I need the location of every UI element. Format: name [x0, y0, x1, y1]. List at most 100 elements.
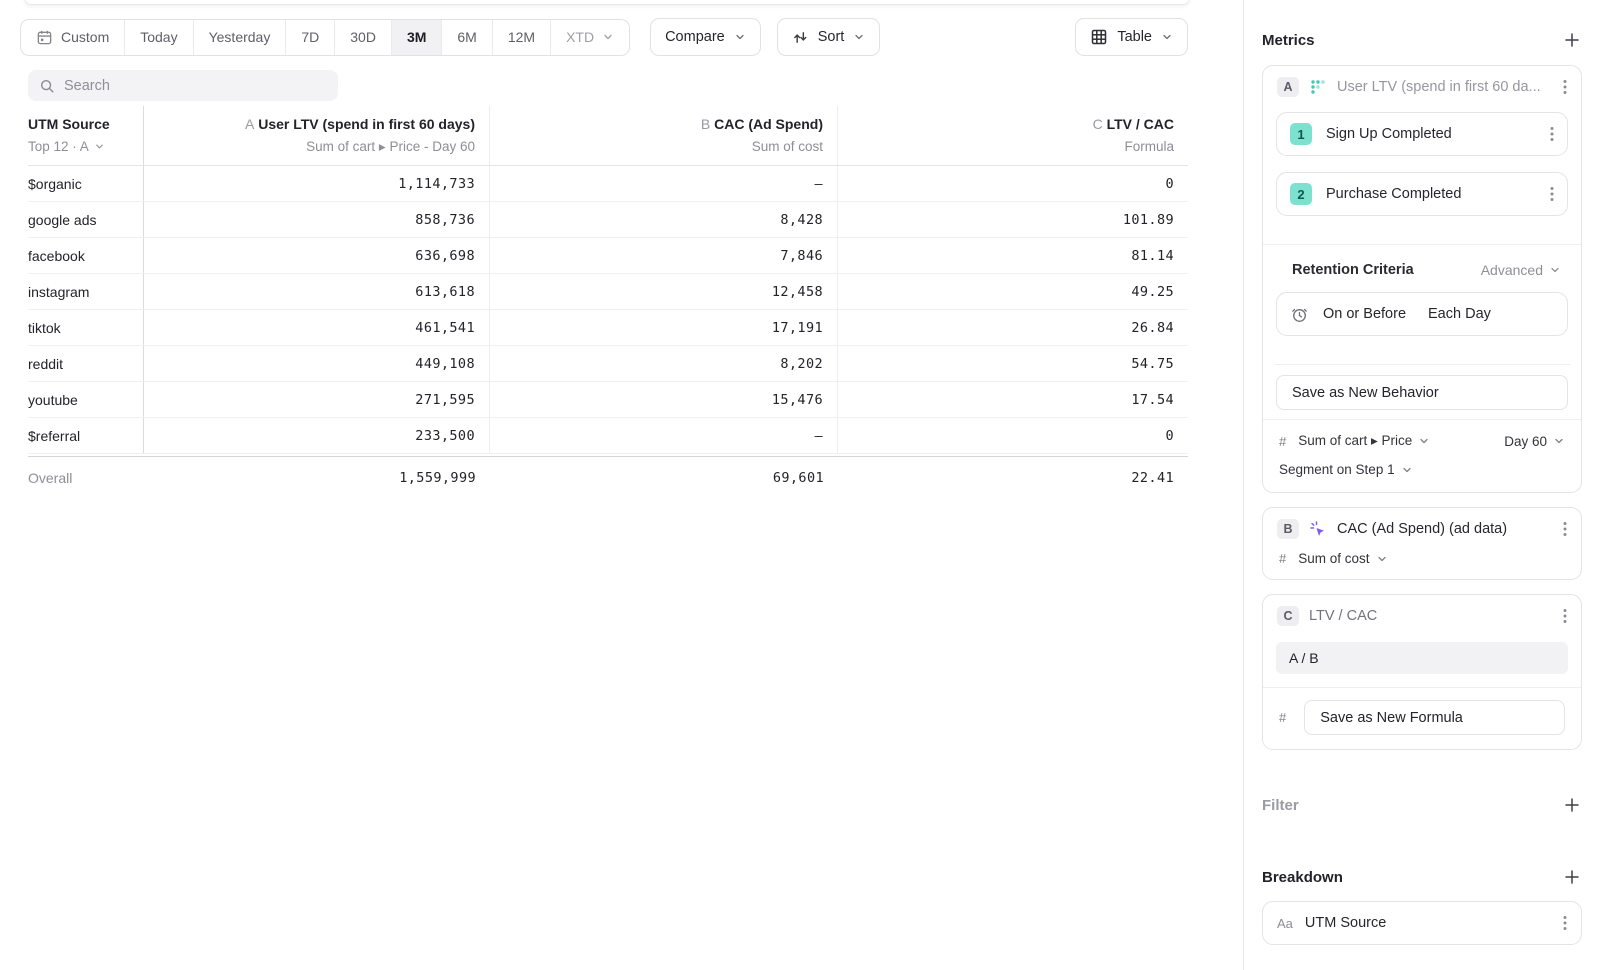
- kebab-menu-icon[interactable]: [1563, 915, 1567, 931]
- metric-b-header[interactable]: B CAC (Ad Spend) (ad data): [1263, 508, 1581, 550]
- column-subtitle: Sum of cart ▸ Price - Day 60: [144, 139, 475, 155]
- table-row[interactable]: $referral 233,500 – 0: [28, 418, 1188, 454]
- table-row[interactable]: youtube 271,595 15,476 17.54: [28, 382, 1188, 418]
- ad-data-event-icon: [1309, 520, 1327, 538]
- add-filter-button[interactable]: [1562, 795, 1582, 815]
- column-letter: C: [1093, 116, 1103, 132]
- column-header-utm-source[interactable]: UTM Source Top 12 · A: [28, 106, 144, 165]
- search-input[interactable]: [64, 78, 327, 94]
- retention-criteria-title: Retention Criteria: [1292, 262, 1414, 278]
- kebab-menu-icon[interactable]: [1563, 608, 1567, 624]
- criteria-interval-dropdown[interactable]: Each Day: [1428, 306, 1491, 322]
- date-range-yesterday[interactable]: Yesterday: [194, 20, 287, 55]
- utm-cell: facebook: [28, 238, 144, 273]
- table-row[interactable]: google ads 858,736 8,428 101.89: [28, 202, 1188, 238]
- column-title: LTV / CAC: [1107, 116, 1174, 132]
- date-range-custom[interactable]: Custom: [21, 20, 125, 55]
- filter-title: Filter: [1262, 797, 1299, 814]
- filter-section-header: Filter: [1262, 795, 1582, 815]
- add-breakdown-button[interactable]: [1562, 867, 1582, 887]
- retention-criteria-header: Retention Criteria Advanced: [1263, 245, 1581, 278]
- utm-cell: tiktok: [28, 310, 144, 345]
- kebab-menu-icon[interactable]: [1550, 126, 1554, 142]
- aggregation-property-dropdown[interactable]: Sum of cart ▸ Price: [1298, 433, 1430, 449]
- date-range-7d[interactable]: 7D: [286, 20, 335, 55]
- table-row[interactable]: $organic 1,114,733 – 0: [28, 166, 1188, 202]
- funnel-step-1[interactable]: 1 Sign Up Completed: [1276, 112, 1568, 156]
- save-as-new-formula-button[interactable]: Save as New Formula: [1304, 700, 1565, 735]
- kebab-menu-icon[interactable]: [1563, 521, 1567, 537]
- ratio-cell: 26.84: [838, 310, 1188, 345]
- metric-c-header[interactable]: C LTV / CAC: [1263, 595, 1581, 637]
- ltv-cell: 1,114,733: [144, 166, 490, 201]
- measurement-window-dropdown[interactable]: Day 60: [1504, 434, 1565, 449]
- save-as-new-behavior-button[interactable]: Save as New Behavior: [1276, 375, 1568, 410]
- date-range-6m[interactable]: 6M: [442, 20, 492, 55]
- table-row[interactable]: facebook 636,698 7,846 81.14: [28, 238, 1188, 274]
- table-view-button[interactable]: Table: [1075, 18, 1188, 56]
- column-header-a[interactable]: A User LTV (spend in first 60 days) Sum …: [144, 106, 490, 165]
- ratio-cell: 101.89: [838, 202, 1188, 237]
- sort-button[interactable]: Sort: [777, 18, 881, 56]
- date-range-today[interactable]: Today: [125, 20, 193, 55]
- table-grid-icon: [1090, 28, 1108, 46]
- retention-mode-dropdown[interactable]: Advanced: [1481, 262, 1561, 278]
- retention-mode-label: Advanced: [1481, 262, 1543, 278]
- sort-label: Sort: [818, 29, 845, 45]
- step-event-name: Sign Up Completed: [1326, 126, 1536, 142]
- metric-name: LTV / CAC: [1309, 608, 1553, 624]
- date-range-30d[interactable]: 30D: [335, 20, 392, 55]
- date-range-12m[interactable]: 12M: [493, 20, 551, 55]
- ltv-cell: 613,618: [144, 274, 490, 309]
- column-header-b[interactable]: B CAC (Ad Spend) Sum of cost: [490, 106, 838, 165]
- table-row[interactable]: instagram 613,618 12,458 49.25: [28, 274, 1188, 310]
- kebab-menu-icon[interactable]: [1563, 79, 1567, 95]
- metric-name: CAC (Ad Spend) (ad data): [1337, 521, 1553, 537]
- overall-label: Overall: [28, 457, 144, 499]
- ratio-cell: 54.75: [838, 346, 1188, 381]
- numeric-type-icon: #: [1279, 434, 1286, 449]
- table-header-row: UTM Source Top 12 · A A User LTV (spend …: [28, 106, 1188, 166]
- metric-a-header[interactable]: A User LTV (spend in first 60 da...: [1263, 66, 1581, 108]
- aggregation-property-label: Sum of cart ▸ Price: [1298, 433, 1412, 449]
- criteria-condition-dropdown[interactable]: On or Before: [1323, 306, 1406, 322]
- ratio-cell: 81.14: [838, 238, 1188, 273]
- funnel-step-2[interactable]: 2 Purchase Completed: [1276, 172, 1568, 216]
- add-metric-button[interactable]: [1562, 30, 1582, 50]
- formula-input[interactable]: A / B: [1276, 642, 1568, 674]
- report-canvas: Custom Today Yesterday 7D 30D 3M 6M 12M …: [0, 0, 1243, 970]
- breakdown-item-utm-source[interactable]: Aa UTM Source: [1262, 901, 1582, 945]
- segment-on-step-dropdown[interactable]: Segment on Step 1: [1279, 462, 1413, 477]
- table-row[interactable]: tiktok 461,541 17,191 26.84: [28, 310, 1188, 346]
- date-range-3m[interactable]: 3M: [392, 20, 442, 55]
- cac-cell: 8,428: [490, 202, 838, 237]
- table-row[interactable]: reddit 449,108 8,202 54.75: [28, 346, 1188, 382]
- compare-button[interactable]: Compare: [650, 18, 761, 56]
- step-event-name: Purchase Completed: [1326, 186, 1536, 202]
- table-overall-row: Overall 1,559,999 69,601 22.41: [28, 456, 1188, 499]
- column-header-c[interactable]: C LTV / CAC Formula: [838, 106, 1188, 165]
- alarm-clock-icon: [1290, 305, 1309, 324]
- breakdown-property-label: UTM Source: [1305, 915, 1551, 931]
- breakdown-section-header: Breakdown: [1262, 867, 1582, 887]
- step-number-badge: 2: [1290, 183, 1312, 205]
- numeric-type-icon: #: [1279, 710, 1286, 725]
- ltv-overall-cell: 1,559,999: [144, 457, 490, 499]
- utm-cell: instagram: [28, 274, 144, 309]
- metric-c-footer: # Save as New Formula: [1263, 687, 1581, 749]
- results-table: UTM Source Top 12 · A A User LTV (spend …: [28, 106, 1188, 499]
- date-range-picker: Custom Today Yesterday 7D 30D 3M 6M 12M …: [20, 19, 630, 56]
- date-range-xtd[interactable]: XTD: [551, 20, 629, 55]
- aggregation-property-dropdown[interactable]: Sum of cost: [1298, 551, 1387, 566]
- chevron-down-icon: [853, 31, 865, 43]
- ltv-cell: 271,595: [144, 382, 490, 417]
- metric-card-a: A User LTV (spend in first 60 da... 1 Si…: [1262, 65, 1582, 493]
- metric-name: User LTV (spend in first 60 da...: [1337, 79, 1553, 95]
- retention-criteria-row: On or Before Each Day: [1276, 292, 1568, 336]
- toolbar: Custom Today Yesterday 7D 30D 3M 6M 12M …: [20, 18, 1188, 56]
- ltv-cell: 461,541: [144, 310, 490, 345]
- utm-cell: google ads: [28, 202, 144, 237]
- breakdown-title: Breakdown: [1262, 869, 1343, 886]
- kebab-menu-icon[interactable]: [1550, 186, 1554, 202]
- chevron-down-icon: [94, 141, 105, 152]
